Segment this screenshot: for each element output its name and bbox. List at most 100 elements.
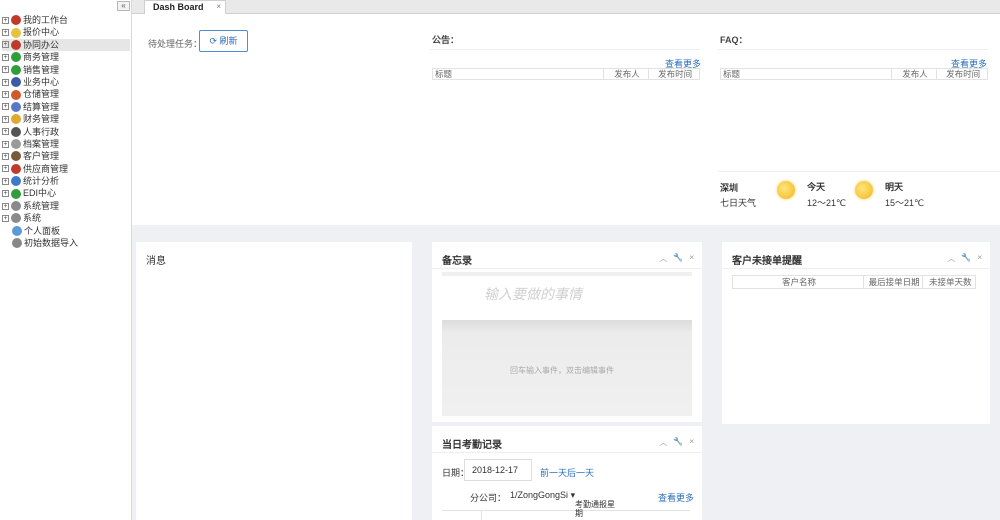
- faq-col-title: 标题: [721, 69, 892, 79]
- customer-col-last-order: 最后接单日期: [864, 276, 924, 288]
- chevron-down-icon: ▾: [570, 490, 576, 500]
- sidebar-item[interactable]: + 客户管理: [2, 150, 130, 162]
- expand-icon[interactable]: +: [2, 78, 9, 86]
- sidebar-item-label: 档案管理: [23, 138, 60, 149]
- weather-today-label: 今天: [807, 182, 826, 192]
- wrench-icon[interactable]: 🔧: [673, 437, 683, 448]
- collapse-icon[interactable]: ︿: [659, 253, 667, 264]
- import-icon: [12, 238, 22, 249]
- sidebar-item[interactable]: + 供应商管理: [2, 163, 130, 175]
- weather-week-link[interactable]: 七日天气: [720, 196, 756, 209]
- sidebar-item[interactable]: + 人事行政: [2, 126, 130, 138]
- sidebar-item[interactable]: 个人面板: [2, 225, 130, 237]
- sidebar-item[interactable]: + 结算管理: [2, 101, 130, 113]
- wrench-icon[interactable]: 🔧: [961, 253, 971, 264]
- memo-list[interactable]: 回车输入事件，双击编辑事件: [442, 320, 692, 416]
- sidebar-item[interactable]: + 报价中心: [2, 26, 130, 38]
- sidebar-item[interactable]: + 统计分析: [2, 175, 130, 187]
- messages-title: 消息: [146, 256, 166, 267]
- tab-close-icon[interactable]: ×: [216, 1, 221, 13]
- sidebar-item[interactable]: + 财务管理: [2, 113, 130, 125]
- expand-icon[interactable]: +: [2, 140, 9, 148]
- tab-bar: Dash Board ×: [132, 0, 1000, 14]
- attendance-more-link[interactable]: 查看更多: [658, 491, 694, 504]
- expand-icon[interactable]: +: [2, 115, 9, 123]
- close-icon[interactable]: ×: [689, 253, 694, 264]
- sidebar-item[interactable]: + 商务管理: [2, 51, 130, 63]
- sidebar-item-label: 系统管理: [23, 200, 60, 211]
- expand-icon[interactable]: +: [2, 29, 9, 37]
- sidebar-item[interactable]: 初始数据导入: [2, 237, 130, 249]
- expand-icon[interactable]: +: [2, 103, 9, 111]
- expand-icon[interactable]: +: [2, 128, 9, 136]
- attendance-table-header: 考勤通报星期: [442, 500, 690, 520]
- weather-divider: [718, 171, 1000, 172]
- collapse-icon[interactable]: ︿: [659, 437, 667, 448]
- expand-icon[interactable]: +: [2, 214, 9, 222]
- customer-alert-divider: [722, 268, 990, 269]
- attendance-col-blank: [442, 511, 482, 520]
- gear-icon: [11, 201, 21, 212]
- expand-icon[interactable]: +: [2, 53, 9, 61]
- person-icon: [12, 225, 22, 236]
- faq-col-time: 发布时间: [946, 69, 981, 79]
- faq-table-header: 标题 发布人 发布时间: [720, 68, 988, 80]
- sidebar-item[interactable]: + EDI中心: [2, 187, 130, 199]
- expand-icon[interactable]: +: [2, 165, 9, 173]
- attendance-date-input[interactable]: 2018-12-17: [464, 459, 532, 481]
- weather-today-range: 12～21℃: [807, 198, 847, 208]
- wrench-icon[interactable]: 🔧: [673, 253, 683, 264]
- attendance-date-value: 2018-12-17: [472, 465, 519, 475]
- expand-icon[interactable]: +: [2, 41, 9, 49]
- sidebar-item[interactable]: + 系统: [2, 212, 130, 224]
- attendance-company-select[interactable]: 1/ZongGongSi ▾: [510, 490, 575, 501]
- globe-icon: [11, 52, 21, 63]
- sidebar-item[interactable]: + 协同办公: [2, 38, 130, 52]
- expand-icon[interactable]: +: [2, 152, 9, 160]
- sidebar-item-label: 初始数据导入: [24, 238, 79, 249]
- tab-dashboard[interactable]: Dash Board ×: [144, 0, 226, 14]
- memo-input[interactable]: 输入要做的事情: [442, 272, 692, 312]
- globe-icon: [11, 64, 21, 75]
- attendance-company-value: 1/ZongGongSi: [510, 490, 569, 500]
- notice-col-time: 发布时间: [658, 69, 693, 79]
- close-icon[interactable]: ×: [689, 437, 694, 448]
- sidebar-item[interactable]: + 档案管理: [2, 138, 130, 150]
- sidebar-collapse-button[interactable]: «: [117, 1, 130, 11]
- sidebar-item-label: 协同办公: [23, 39, 60, 50]
- notice-col-publisher: 发布人: [604, 69, 650, 79]
- sidebar-item[interactable]: + 系统管理: [2, 200, 130, 212]
- faq-col-publisher: 发布人: [892, 69, 938, 79]
- sidebar-item[interactable]: + 销售管理: [2, 64, 130, 76]
- attendance-controls: ︿ 🔧 ×: [659, 437, 694, 448]
- people-icon: [11, 163, 21, 174]
- attendance-company-label: 分公司：: [470, 493, 507, 503]
- sidebar-item-label: 统计分析: [23, 176, 60, 187]
- refresh-label: 刷新: [219, 36, 238, 46]
- close-icon[interactable]: ×: [977, 253, 982, 264]
- memo-placeholder: 输入要做的事情: [484, 286, 582, 302]
- sidebar-item-label: 个人面板: [24, 225, 61, 236]
- collapse-icon[interactable]: ︿: [947, 253, 955, 264]
- person-icon: [11, 126, 21, 137]
- refresh-button[interactable]: ⟳ 刷新: [199, 30, 248, 52]
- expand-icon[interactable]: +: [2, 91, 9, 99]
- sunny-icon: [777, 181, 795, 199]
- expand-icon[interactable]: +: [2, 177, 9, 185]
- sidebar-item[interactable]: + 我的工作台: [2, 14, 130, 26]
- expand-icon[interactable]: +: [2, 16, 9, 24]
- sidebar-item-label: 业务中心: [23, 76, 60, 87]
- gear-icon: [11, 213, 21, 224]
- sidebar-item[interactable]: + 业务中心: [2, 76, 130, 88]
- folder-icon: [11, 139, 21, 150]
- notice-table-header: 标题 发布人 发布时间: [432, 68, 700, 80]
- globe-icon: [11, 176, 21, 187]
- expand-icon[interactable]: +: [2, 190, 9, 198]
- sidebar-item[interactable]: + 仓储管理: [2, 88, 130, 100]
- sidebar-item-label: EDI中心: [23, 188, 57, 199]
- pending-tasks-label: 待处理任务：: [148, 39, 203, 49]
- expand-icon[interactable]: +: [2, 66, 9, 74]
- attendance-day-nav[interactable]: 前一天后一天: [540, 466, 594, 479]
- expand-icon[interactable]: +: [2, 202, 9, 210]
- memo-panel: 备忘录 ︿ 🔧 × 输入要做的事情 回车输入事件，双击编辑事件: [432, 242, 702, 422]
